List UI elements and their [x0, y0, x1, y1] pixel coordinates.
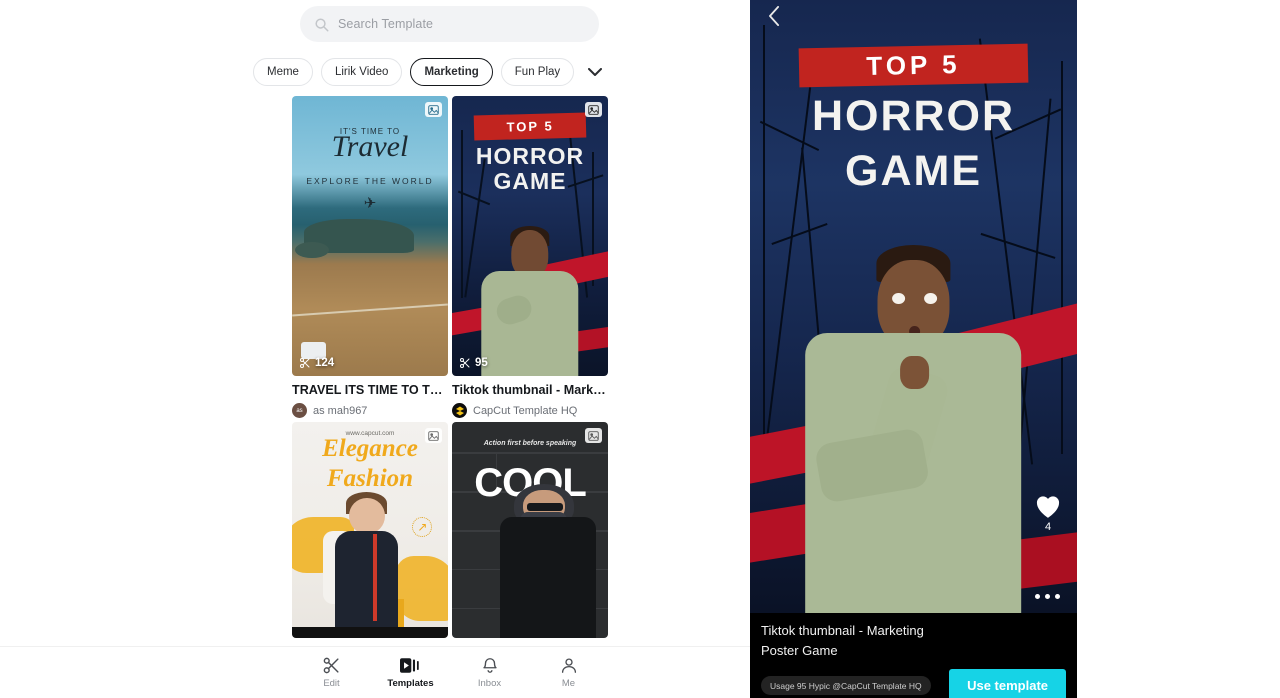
nav-item-templates[interactable]: Templates	[371, 647, 450, 698]
thumbnail-art: IT'S TIME TO Travel EXPLORE THE WORLD ✈	[292, 96, 448, 376]
arrow-icon: ↗	[412, 517, 433, 538]
art-headline: HORROR GAME	[475, 142, 585, 195]
image-icon	[585, 428, 602, 443]
usage-badge: Usage 95 Hypic @CapCut Template HQ	[761, 676, 931, 696]
author-name: CapCut Template HQ	[473, 404, 578, 417]
like-count: 4	[1044, 521, 1052, 533]
template-thumbnail[interactable]: TOP 5 HORROR GAME 95	[452, 96, 608, 376]
grid-column-right: TOP 5 HORROR GAME 95 Tiktok thumbnail - …	[452, 96, 608, 638]
preview-title-line1: Tiktok thumbnail - Marketing	[761, 623, 924, 638]
filter-chip-meme[interactable]: Meme	[253, 58, 313, 86]
art-headline-script: Travel	[331, 130, 409, 164]
preview-banner: TOP 5	[798, 43, 1029, 88]
model-figure	[805, 245, 1022, 613]
bottom-navigation: Edit Templates Inbox Me	[0, 646, 750, 698]
art-subtitle: EXPLORE THE WORLD	[306, 175, 434, 186]
airplane-icon: ✈	[363, 195, 377, 212]
scissors-icon	[460, 358, 470, 368]
model-figure	[481, 226, 579, 376]
filter-chip-marketing[interactable]: Marketing	[410, 58, 493, 86]
bell-icon	[481, 656, 499, 675]
chip-label: Lirik Video	[334, 66, 389, 78]
nav-label: Templates	[387, 678, 434, 689]
search-bar[interactable]: Search Template	[300, 6, 599, 42]
grid-column-left: IT'S TIME TO Travel EXPLORE THE WORLD ✈ …	[292, 96, 448, 638]
banner-text: TOP 5	[866, 49, 961, 82]
expand-filters-button[interactable]	[582, 59, 608, 85]
nav-label: Edit	[323, 678, 340, 689]
filter-chip-lirik-video[interactable]: Lirik Video	[320, 58, 403, 86]
thumbnail-art: www.capcut.com Elegance Fashion ↗	[292, 422, 448, 638]
template-card-cool[interactable]: Action first before speaking COOL	[452, 422, 608, 638]
headline-line2: GAME	[845, 146, 982, 195]
video-templates-icon	[400, 656, 421, 675]
filter-chip-fun-play[interactable]: Fun Play	[500, 58, 575, 86]
chip-label: Marketing	[424, 66, 479, 78]
thumbnail-art: Action first before speaking COOL	[452, 422, 608, 638]
template-title: Tiktok thumbnail - Market...	[452, 383, 608, 397]
nav-label: Me	[561, 678, 576, 689]
template-author[interactable]: as as mah967	[292, 403, 448, 418]
author-name: as mah967	[313, 404, 368, 417]
template-title: TRAVEL ITS TIME TO TRA...	[292, 383, 448, 397]
chip-label: Meme	[267, 66, 299, 78]
back-button[interactable]	[760, 2, 788, 30]
heart-icon	[1036, 496, 1060, 518]
template-author[interactable]: CapCut Template HQ	[452, 403, 608, 418]
image-icon	[425, 428, 442, 443]
avatar	[452, 403, 467, 418]
capcut-logo-icon	[455, 406, 464, 415]
art-line2: Fashion	[326, 465, 414, 493]
template-grid: IT'S TIME TO Travel EXPLORE THE WORLD ✈ …	[292, 96, 608, 638]
template-card-travel[interactable]: IT'S TIME TO Travel EXPLORE THE WORLD ✈ …	[292, 96, 448, 418]
image-icon	[585, 102, 602, 117]
nav-label: Inbox	[477, 678, 502, 689]
nav-item-edit[interactable]: Edit	[292, 647, 371, 698]
template-thumbnail[interactable]: www.capcut.com Elegance Fashion ↗	[292, 422, 448, 638]
headline-line1: HORROR	[811, 91, 1016, 140]
nav-item-inbox[interactable]: Inbox	[450, 647, 529, 698]
app-screen: Search Template Meme Lirik Video Marketi…	[0, 0, 1280, 698]
chevron-down-icon	[588, 67, 603, 76]
template-thumbnail[interactable]: IT'S TIME TO Travel EXPLORE THE WORLD ✈ …	[292, 96, 448, 376]
chip-label: Fun Play	[514, 66, 561, 78]
preview-headline: HORROR GAME	[750, 89, 1077, 199]
usage-count-value: 124	[315, 357, 335, 369]
template-card-elegance[interactable]: www.capcut.com Elegance Fashion ↗	[292, 422, 448, 638]
template-card-horror[interactable]: TOP 5 HORROR GAME 95 Tiktok thumbnail - …	[452, 96, 608, 418]
usage-count-value: 95	[475, 357, 488, 369]
use-template-button[interactable]: Use template	[949, 669, 1066, 698]
filter-chips: Meme Lirik Video Marketing Fun Play	[253, 56, 615, 88]
usage-count: 124	[299, 357, 334, 369]
like-button[interactable]: 4	[1033, 492, 1063, 533]
usage-count: 95	[459, 357, 488, 369]
art-banner: TOP 5	[506, 118, 554, 135]
model-figure	[499, 483, 596, 638]
preview-title-line2: Poster Game	[761, 643, 838, 659]
image-icon	[425, 102, 442, 117]
carousel-dots[interactable]	[1035, 594, 1060, 599]
person-icon	[560, 656, 578, 675]
chevron-left-icon	[768, 6, 779, 26]
thumbnail-art: TOP 5 HORROR GAME	[452, 96, 608, 376]
search-input[interactable]: Search Template	[300, 6, 599, 42]
scissors-icon	[300, 358, 310, 368]
preview-video[interactable]: TOP 5 HORROR GAME 4	[750, 0, 1077, 613]
template-browser: Search Template Meme Lirik Video Marketi…	[0, 0, 750, 698]
template-preview-panel: TOP 5 HORROR GAME 4 Tiktok thumbnail - M…	[750, 0, 1077, 698]
search-icon	[315, 17, 329, 31]
template-thumbnail[interactable]: Action first before speaking COOL	[452, 422, 608, 638]
avatar: as	[292, 403, 307, 418]
nav-item-me[interactable]: Me	[529, 647, 608, 698]
preview-info: Tiktok thumbnail - Marketing Poster Game…	[750, 613, 1077, 698]
search-placeholder: Search Template	[338, 17, 434, 31]
scissors-icon	[322, 656, 341, 675]
preview-title: Tiktok thumbnail - Marketing Poster Game	[761, 621, 1066, 661]
